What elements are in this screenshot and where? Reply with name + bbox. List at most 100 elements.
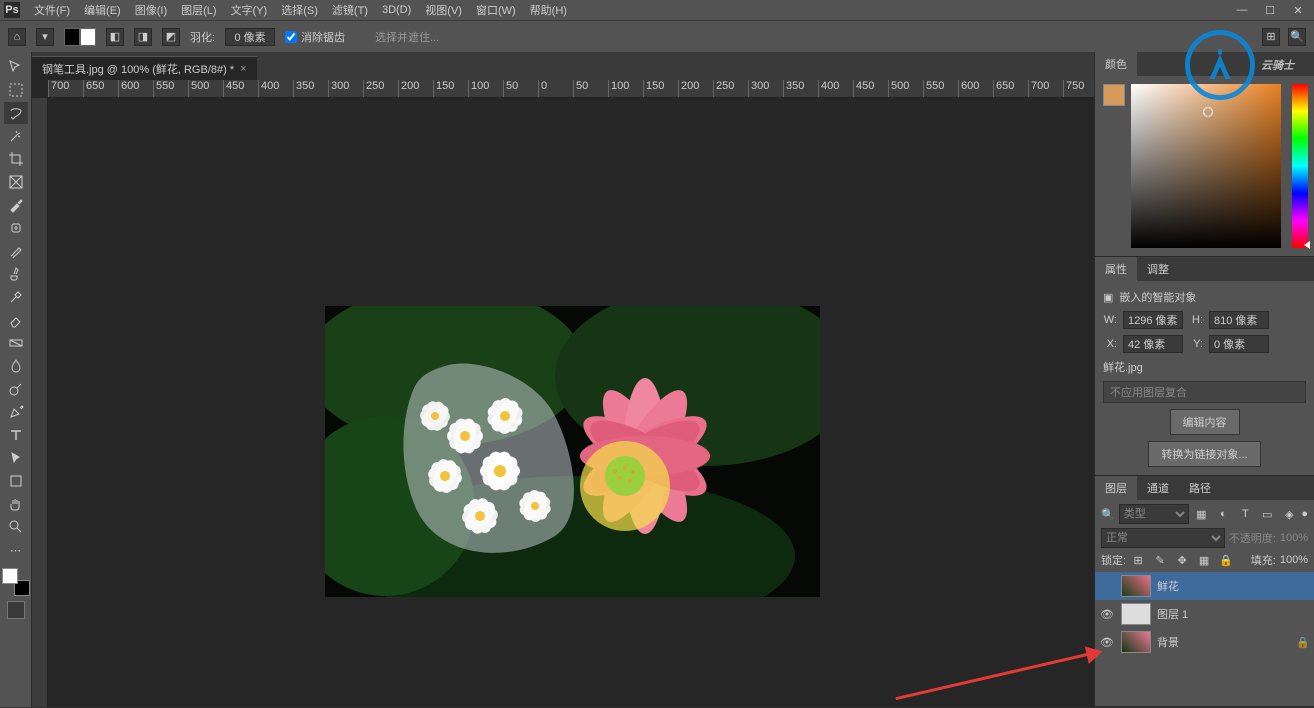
- feather-input[interactable]: [225, 28, 275, 46]
- tool-preset-icon[interactable]: ▾: [36, 28, 54, 46]
- ruler-horizontal[interactable]: 7006506005505004504003503002502001501005…: [48, 80, 1094, 98]
- path-select-tool[interactable]: [4, 447, 28, 469]
- width-label: W:: [1103, 314, 1117, 326]
- minimize-icon[interactable]: —: [1230, 4, 1254, 17]
- layer-comp-dropdown[interactable]: 不应用图层复合: [1103, 381, 1306, 403]
- selection-intersect-icon[interactable]: ◩: [162, 28, 180, 46]
- type-tool[interactable]: [4, 424, 28, 446]
- lock-trans-icon[interactable]: ⊞: [1130, 552, 1146, 568]
- x-input[interactable]: [1123, 335, 1183, 353]
- history-brush-tool[interactable]: [4, 286, 28, 308]
- color-swatches[interactable]: [2, 568, 30, 596]
- layer-name: 背景: [1157, 634, 1290, 650]
- options-bar: ⌂ ▾ ◧ ◨ ◩ 羽化: 消除锯齿 选择并遮住... ⊞ 🔍: [0, 20, 1314, 52]
- width-input[interactable]: [1123, 311, 1183, 329]
- fill-value[interactable]: 100%: [1280, 554, 1308, 566]
- current-color-swatch[interactable]: [1103, 84, 1125, 106]
- menu-image[interactable]: 图像(I): [129, 2, 173, 18]
- height-input[interactable]: [1209, 311, 1269, 329]
- menu-view[interactable]: 视图(V): [419, 2, 468, 18]
- properties-panel: 属性 调整 ▣嵌入的智能对象 W: H: X: Y: 鲜花.jpg: [1095, 257, 1314, 476]
- quickmask-icon[interactable]: [7, 601, 25, 619]
- opacity-value[interactable]: 100%: [1280, 532, 1308, 544]
- eyedropper-tool[interactable]: [4, 194, 28, 216]
- move-tool[interactable]: [4, 56, 28, 78]
- brush-tool[interactable]: [4, 240, 28, 262]
- menu-filter[interactable]: 滤镜(T): [326, 2, 374, 18]
- blend-mode-select[interactable]: 正常: [1101, 528, 1225, 548]
- crop-tool[interactable]: [4, 148, 28, 170]
- edit-toolbar[interactable]: ⋯: [4, 539, 28, 561]
- selection-mode-icons[interactable]: [64, 28, 96, 46]
- document-tab[interactable]: 钢笔工具.jpg @ 100% (鲜花, RGB/8#) * ×: [32, 56, 257, 80]
- pen-tool[interactable]: [4, 401, 28, 423]
- smartobject-icon: ▣: [1103, 291, 1113, 304]
- magic-wand-tool[interactable]: [4, 125, 28, 147]
- filter-search-icon[interactable]: 🔍: [1101, 508, 1115, 521]
- canvas[interactable]: [325, 306, 820, 597]
- lock-position-icon[interactable]: ✥: [1174, 552, 1190, 568]
- selection-subtract-icon[interactable]: ◨: [134, 28, 152, 46]
- menu-text[interactable]: 文字(Y): [225, 2, 274, 18]
- tab-properties[interactable]: 属性: [1095, 257, 1137, 281]
- menu-edit[interactable]: 编辑(E): [78, 2, 127, 18]
- menu-file[interactable]: 文件(F): [28, 2, 76, 18]
- layer-row[interactable]: 👁 背景 🔒: [1095, 628, 1314, 656]
- select-and-mask-button[interactable]: 选择并遮住...: [375, 29, 439, 45]
- marquee-tool[interactable]: [4, 79, 28, 101]
- filter-adjust-icon[interactable]: ◐: [1215, 506, 1231, 522]
- dodge-tool[interactable]: [4, 378, 28, 400]
- layer-row[interactable]: 👁图层 1: [1095, 600, 1314, 628]
- layer-thumbnail[interactable]: [1121, 631, 1151, 653]
- blur-tool[interactable]: [4, 355, 28, 377]
- layer-row[interactable]: 鲜花: [1095, 572, 1314, 600]
- home-icon[interactable]: ⌂: [8, 28, 26, 46]
- filter-toggle-icon[interactable]: ●: [1301, 508, 1308, 520]
- lock-all-icon[interactable]: 🔒: [1218, 552, 1234, 568]
- visibility-icon[interactable]: 👁: [1099, 636, 1115, 649]
- maximize-icon[interactable]: ☐: [1258, 4, 1282, 17]
- menu-select[interactable]: 选择(S): [275, 2, 324, 18]
- lock-pixels-icon[interactable]: ✎: [1152, 552, 1168, 568]
- search-icon[interactable]: 🔍: [1288, 28, 1306, 46]
- filter-shape-icon[interactable]: ▭: [1259, 506, 1275, 522]
- antialias-checkbox[interactable]: 消除锯齿: [285, 29, 345, 45]
- eraser-tool[interactable]: [4, 309, 28, 331]
- color-picker-area[interactable]: [1131, 84, 1281, 248]
- hand-tool[interactable]: [4, 493, 28, 515]
- lasso-tool[interactable]: [4, 102, 28, 124]
- hue-slider[interactable]: [1292, 84, 1308, 248]
- close-icon[interactable]: ✕: [1286, 4, 1310, 17]
- menu-window[interactable]: 窗口(W): [470, 2, 522, 18]
- tab-layers[interactable]: 图层: [1095, 476, 1137, 500]
- tab-paths[interactable]: 路径: [1179, 476, 1221, 500]
- convert-to-linked-button[interactable]: 转换为链接对象...: [1148, 441, 1260, 467]
- tab-color[interactable]: 颜色: [1095, 52, 1137, 76]
- lock-nested-icon[interactable]: ▦: [1196, 552, 1212, 568]
- edit-contents-button[interactable]: 编辑内容: [1170, 409, 1240, 435]
- ruler-vertical[interactable]: [32, 98, 48, 707]
- y-input[interactable]: [1209, 335, 1269, 353]
- menu-layer[interactable]: 图层(L): [175, 2, 222, 18]
- menu-3d[interactable]: 3D(D): [376, 4, 417, 16]
- shape-tool[interactable]: [4, 470, 28, 492]
- healing-tool[interactable]: [4, 217, 28, 239]
- tab-adjustments[interactable]: 调整: [1137, 257, 1179, 281]
- visibility-icon[interactable]: 👁: [1099, 608, 1115, 621]
- tab-close-icon[interactable]: ×: [240, 63, 246, 75]
- zoom-tool[interactable]: [4, 516, 28, 538]
- clone-tool[interactable]: [4, 263, 28, 285]
- layer-thumbnail[interactable]: [1121, 575, 1151, 597]
- filter-type-icon[interactable]: T: [1237, 506, 1253, 522]
- tab-channels[interactable]: 通道: [1137, 476, 1179, 500]
- filter-type-select[interactable]: 类型: [1119, 504, 1190, 524]
- filter-pixel-icon[interactable]: ▦: [1193, 506, 1209, 522]
- selection-add-icon[interactable]: ◧: [106, 28, 124, 46]
- menu-help[interactable]: 帮助(H): [524, 2, 573, 18]
- layer-thumbnail[interactable]: [1121, 603, 1151, 625]
- grid-icon[interactable]: ⊞: [1262, 28, 1280, 46]
- lock-icon: 🔒: [1296, 636, 1310, 649]
- frame-tool[interactable]: [4, 171, 28, 193]
- gradient-tool[interactable]: [4, 332, 28, 354]
- filter-smart-icon[interactable]: ◈: [1281, 506, 1297, 522]
